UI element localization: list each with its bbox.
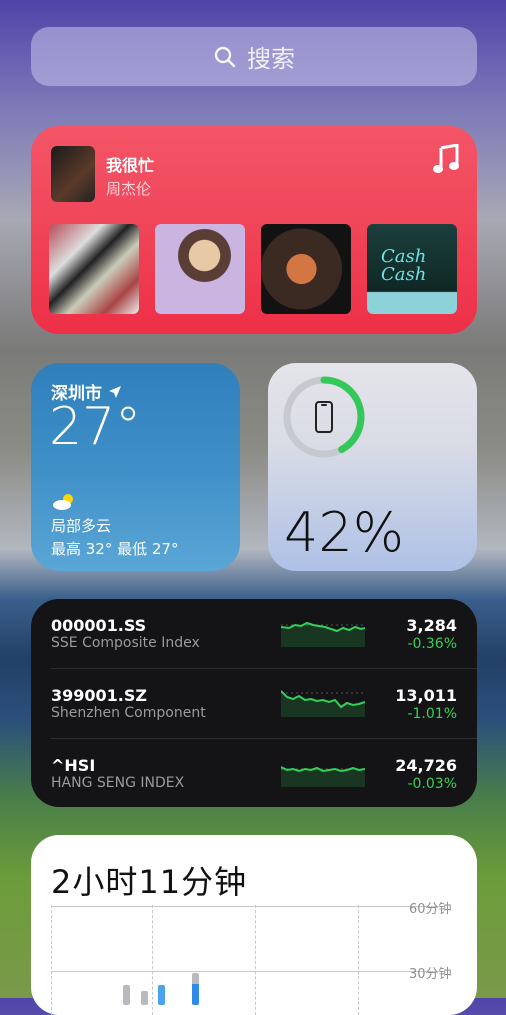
stock-sparkline <box>281 621 365 647</box>
album-2[interactable] <box>155 224 245 314</box>
stock-price: 13,011 <box>395 686 457 705</box>
stock-change: -1.01% <box>407 706 457 722</box>
music-widget[interactable]: 我很忙 周杰伦 Cash Cash <box>31 126 477 334</box>
search-icon <box>214 46 236 67</box>
weather-range: 最高 32° 最低 27° <box>51 540 179 558</box>
grid-vline <box>51 905 52 1015</box>
usage-bar <box>123 985 130 1005</box>
battery-widget[interactable]: 42% <box>268 363 477 571</box>
stock-row[interactable]: 000001.SS SSE Composite Index 3,284 -0.3… <box>31 599 477 669</box>
weather-condition: 局部多云 <box>51 517 112 535</box>
stock-sparkline <box>281 766 365 787</box>
song-title: 我很忙 <box>106 156 155 175</box>
album-1[interactable] <box>49 224 139 314</box>
song-artist: 周杰伦 <box>106 180 152 198</box>
usage-bar <box>141 991 148 1005</box>
partly-cloudy-icon <box>53 494 73 510</box>
usage-bar <box>158 985 165 1005</box>
search-placeholder: 搜索 <box>247 45 295 73</box>
grid-label-30: 30分钟 <box>409 967 452 982</box>
stock-name: HANG SENG INDEX <box>51 775 185 791</box>
stock-change: -0.03% <box>407 776 457 792</box>
stocks-widget[interactable]: 000001.SS SSE Composite Index 3,284 -0.3… <box>31 599 477 807</box>
now-playing-cover[interactable] <box>51 146 95 202</box>
stock-symbol: 399001.SZ <box>51 686 147 705</box>
album-4[interactable]: Cash Cash <box>367 224 457 314</box>
usage-bar <box>192 973 199 1005</box>
grid-line-60 <box>51 906 441 907</box>
battery-percent: 42% <box>284 501 405 564</box>
stock-row[interactable]: 399001.SZ Shenzhen Component 13,011 -1.0… <box>31 669 477 739</box>
stock-name: Shenzhen Component <box>51 705 206 721</box>
weather-temperature: 27° <box>49 397 142 457</box>
album-4-text: Cash Cash <box>381 246 427 285</box>
weather-widget[interactable]: 深圳市 27° 局部多云 最高 32° 最低 27° <box>31 363 240 571</box>
stock-price: 3,284 <box>406 616 457 635</box>
stock-symbol: 000001.SS <box>51 616 147 635</box>
grid-vline <box>255 905 256 1015</box>
stock-change: -0.36% <box>407 636 457 652</box>
grid-vline <box>358 905 359 1015</box>
phone-icon <box>315 401 333 433</box>
stock-price: 24,726 <box>395 756 457 775</box>
battery-ring <box>283 376 365 458</box>
album-3[interactable] <box>261 224 351 314</box>
stock-row[interactable]: ^HSI HANG SENG INDEX 24,726 -0.03% <box>31 739 477 809</box>
music-note-icon <box>433 144 459 173</box>
grid-line-30 <box>51 971 441 972</box>
search-bar[interactable]: 搜索 <box>31 27 477 86</box>
grid-label-60: 60分钟 <box>409 902 452 917</box>
grid-vline <box>152 905 153 1015</box>
stock-sparkline <box>281 690 365 717</box>
screen-time-total: 2小时11分钟 <box>51 863 248 901</box>
stock-symbol: ^HSI <box>51 756 96 775</box>
screen-time-widget[interactable]: 2小时11分钟 60分钟 30分钟 <box>31 835 477 1015</box>
stock-name: SSE Composite Index <box>51 635 200 651</box>
